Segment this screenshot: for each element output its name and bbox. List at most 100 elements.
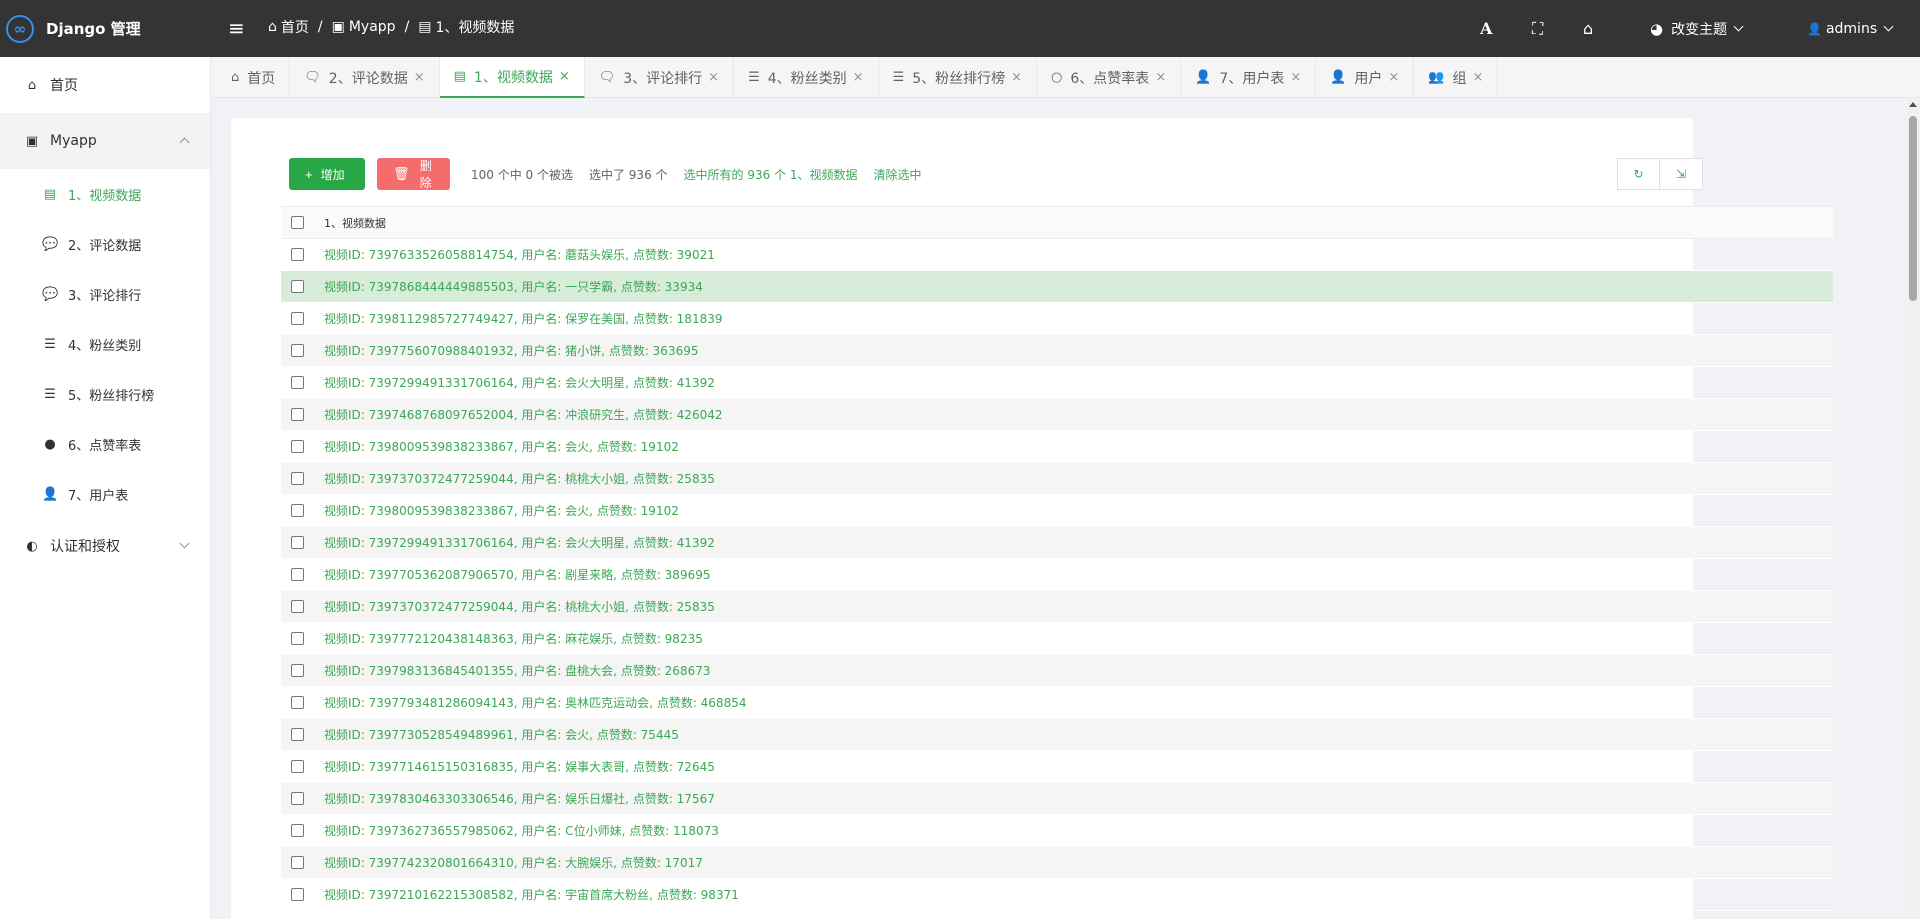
table-row[interactable]: 视频ID: 7397772120438148363, 用户名: 麻花娱乐, 点赞… [281,623,1833,655]
close-icon[interactable]: × [559,69,570,84]
table-row[interactable]: 视频ID: 7398112985727749427, 用户名: 保罗在美国, 点… [281,303,1833,335]
table-row[interactable]: 视频ID: 7397210162215308582, 用户名: 宇宙首席大粉丝,… [281,879,1833,911]
breadcrumb-home[interactable]: ⌂ 首页 [268,17,309,37]
row-checkbox[interactable] [291,888,304,901]
table-row[interactable]: 视频ID: 7397830463303306546, 用户名: 娱乐日爆社, 点… [281,783,1833,815]
sidebar-item-home[interactable]: ⌂ 首页 [0,57,210,113]
close-icon[interactable]: × [708,70,719,85]
row-link[interactable]: 视频ID: 7398009539838233867, 用户名: 会火, 点赞数:… [324,502,679,519]
tab-1[interactable]: ⌂ 首页 [211,57,291,98]
table-row[interactable]: 视频ID: 7397299491331706164, 用户名: 会火大明星, 点… [281,527,1833,559]
row-checkbox[interactable] [291,856,304,869]
sidebar-group-myapp[interactable]: ▣ Myapp [0,113,210,169]
row-link[interactable]: 视频ID: 7397299491331706164, 用户名: 会火大明星, 点… [324,374,715,391]
scroll-thumb[interactable] [1909,116,1917,301]
row-checkbox[interactable] [291,504,304,517]
menu-toggle-icon[interactable]: ≡ [228,16,245,40]
user-menu[interactable]: 👤 admins [1807,0,1894,57]
table-row[interactable]: 视频ID: 7398009539838233867, 用户名: 会火, 点赞数:… [281,431,1833,463]
font-size-icon[interactable]: A [1480,0,1492,57]
row-checkbox[interactable] [291,248,304,261]
row-checkbox[interactable] [291,632,304,645]
row-checkbox[interactable] [291,344,304,357]
tab-9[interactable]: 👤 用户 × [1316,57,1415,98]
add-button[interactable]: + 增加 [289,158,365,190]
page-scrollbar[interactable] [1906,98,1920,919]
row-link[interactable]: 视频ID: 7397730528549489961, 用户名: 会火, 点赞数:… [324,726,679,743]
sidebar-item-3[interactable]: 💬 3、评论排行 [0,269,210,319]
scroll-up-arrow-icon[interactable] [1909,102,1917,107]
row-checkbox[interactable] [291,312,304,325]
row-link[interactable]: 视频ID: 7397370372477259044, 用户名: 桃桃大小姐, 点… [324,470,715,487]
row-link[interactable]: 视频ID: 7397299491331706164, 用户名: 会火大明星, 点… [324,534,715,551]
row-link[interactable]: 视频ID: 7397742320801664310, 用户名: 大腕娱乐, 点赞… [324,854,703,871]
delete-button[interactable]: 🗑 删除 [377,158,450,190]
row-link[interactable]: 视频ID: 7397772120438148363, 用户名: 麻花娱乐, 点赞… [324,630,703,647]
table-row[interactable]: 视频ID: 7397714615150316835, 用户名: 娱事大表哥, 点… [281,751,1833,783]
row-link[interactable]: 视频ID: 7397756070988401932, 用户名: 猪小饼, 点赞数… [324,342,698,359]
sidebar-item-6[interactable]: ● 6、点赞率表 [0,419,210,469]
sidebar-item-4[interactable]: ☰ 4、粉丝类别 [0,319,210,369]
export-button[interactable]: ⇲ [1660,158,1703,190]
row-link[interactable]: 视频ID: 7397468768097652004, 用户名: 冲浪研究生, 点… [324,406,722,423]
row-checkbox[interactable] [291,824,304,837]
row-link[interactable]: 视频ID: 7397705362087906570, 用户名: 剧星来略, 点赞… [324,566,710,583]
row-checkbox[interactable] [291,280,304,293]
row-link[interactable]: 视频ID: 7397714615150316835, 用户名: 娱事大表哥, 点… [324,758,715,775]
row-link[interactable]: 视频ID: 7397370372477259044, 用户名: 桃桃大小姐, 点… [324,598,715,615]
tab-3[interactable]: ▤ 1、视频数据 × [439,57,585,98]
close-icon[interactable]: × [1473,70,1484,85]
row-checkbox[interactable] [291,376,304,389]
select-all-link[interactable]: 选中所有的 936 个 1、视频数据 [684,166,858,183]
row-link[interactable]: 视频ID: 7397633526058814754, 用户名: 蘑菇头娱乐, 点… [324,246,715,263]
table-row[interactable]: 视频ID: 7397742320801664310, 用户名: 大腕娱乐, 点赞… [281,847,1833,879]
row-link[interactable]: 视频ID: 7397830463303306546, 用户名: 娱乐日爆社, 点… [324,790,715,807]
breadcrumb-myapp[interactable]: ▣ Myapp [332,19,396,35]
row-link[interactable]: 视频ID: 7397362736557985062, 用户名: C位小师妹, 点… [324,822,719,839]
close-icon[interactable]: × [1290,70,1301,85]
column-header[interactable]: 1、视频数据 [324,215,386,231]
tab-2[interactable]: 🗨 2、评论数据 × [290,57,440,98]
home-icon[interactable]: ⌂ [1583,0,1593,57]
row-checkbox[interactable] [291,536,304,549]
row-checkbox[interactable] [291,696,304,709]
row-link[interactable]: 视频ID: 7397793481286094143, 用户名: 奥林匹克运动会,… [324,694,746,711]
row-link[interactable]: 视频ID: 7398112985727749427, 用户名: 保罗在美国, 点… [324,310,722,327]
table-row[interactable]: 视频ID: 7397983136845401355, 用户名: 盘桃大会, 点赞… [281,655,1833,687]
row-checkbox[interactable] [291,568,304,581]
table-row[interactable]: 视频ID: 7397756070988401932, 用户名: 猪小饼, 点赞数… [281,335,1833,367]
table-row[interactable]: 视频ID: 7397730528549489961, 用户名: 会火, 点赞数:… [281,719,1833,751]
tab-8[interactable]: 👤 7、用户表 × [1181,57,1317,98]
table-row[interactable]: 视频ID: 7397633526058814754, 用户名: 蘑菇头娱乐, 点… [281,239,1833,271]
table-row[interactable]: 视频ID: 7397362736557985062, 用户名: C位小师妹, 点… [281,815,1833,847]
close-icon[interactable]: × [1155,70,1166,85]
row-link[interactable]: 视频ID: 7398009539838233867, 用户名: 会火, 点赞数:… [324,438,679,455]
tab-5[interactable]: ☰ 4、粉丝类别 × [734,57,879,98]
sidebar-item-7[interactable]: 👤 7、用户表 [0,469,210,519]
clear-selection-link[interactable]: 清除选中 [874,166,922,183]
select-all-checkbox[interactable] [291,216,304,229]
close-icon[interactable]: × [414,70,425,85]
table-row[interactable]: 视频ID: 7398009539838233867, 用户名: 会火, 点赞数:… [281,495,1833,527]
table-row[interactable]: 视频ID: 7397370372477259044, 用户名: 桃桃大小姐, 点… [281,463,1833,495]
sidebar-item-5[interactable]: ☰ 5、粉丝排行榜 [0,369,210,419]
sidebar-group-auth[interactable]: ◐ 认证和授权 [0,519,210,573]
table-row[interactable]: 视频ID: 7397868444449885503, 用户名: 一只学霸, 点赞… [281,271,1833,303]
row-checkbox[interactable] [291,440,304,453]
tab-4[interactable]: 🗨 3、评论排行 × [585,57,735,98]
fullscreen-icon[interactable]: ⛶ [1532,0,1543,57]
theme-menu[interactable]: ◕ 改变主题 [1650,0,1744,57]
row-link[interactable]: 视频ID: 7397868444449885503, 用户名: 一只学霸, 点赞… [324,278,703,295]
tab-7[interactable]: ○ 6、点赞率表 × [1037,57,1182,98]
row-checkbox[interactable] [291,728,304,741]
row-checkbox[interactable] [291,600,304,613]
sidebar-item-1[interactable]: ▤ 1、视频数据 [0,169,210,219]
row-checkbox[interactable] [291,664,304,677]
tab-10[interactable]: 👥 组 × [1414,57,1499,98]
close-icon[interactable]: × [853,70,864,85]
row-checkbox[interactable] [291,792,304,805]
tab-6[interactable]: ☰ 5、粉丝排行榜 × [879,57,1038,98]
close-icon[interactable]: × [1388,70,1399,85]
app-logo[interactable]: ∞ Django 管理 [0,0,211,57]
row-checkbox[interactable] [291,760,304,773]
